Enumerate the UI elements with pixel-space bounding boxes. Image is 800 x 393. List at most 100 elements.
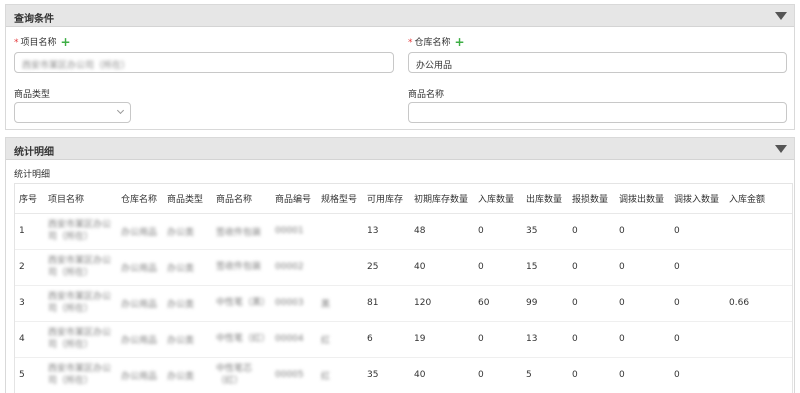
required-asterisk-icon: * bbox=[408, 38, 413, 48]
col-header[interactable]: 仓库名称 bbox=[117, 184, 163, 214]
col-header[interactable]: 入库金额 bbox=[725, 184, 792, 214]
col-header[interactable]: 商品编号 bbox=[271, 184, 317, 214]
product-type-label: 商品类型 bbox=[14, 90, 51, 100]
cell-type: 办公类 bbox=[163, 285, 212, 322]
cell-in: 0 bbox=[474, 321, 522, 358]
cell-loss: 0 bbox=[568, 285, 615, 322]
cell-project: 西安市某区办公司（所在） bbox=[44, 321, 117, 358]
cell-loss: 0 bbox=[568, 321, 615, 358]
cell-code: 00004 bbox=[271, 321, 317, 358]
cell-type: 办公类 bbox=[163, 213, 212, 250]
chevron-down-icon bbox=[116, 106, 125, 115]
detail-panel: 统计明细 统计明细 序号 项目名称 仓库名称 商品类型 商品名称 商品编号 规格… bbox=[5, 137, 795, 393]
cell-seq: 3 bbox=[15, 285, 44, 322]
collapse-triangle-icon[interactable] bbox=[775, 145, 787, 153]
cell-type: 办公类 bbox=[163, 357, 212, 393]
cell-code: 00001 bbox=[271, 213, 317, 250]
collapse-triangle-icon[interactable] bbox=[775, 12, 787, 20]
query-panel-header[interactable]: 查询条件 bbox=[6, 5, 794, 27]
col-header[interactable]: 初期库存数量 bbox=[410, 184, 474, 214]
cell-in: 60 bbox=[474, 285, 522, 322]
col-header[interactable]: 出库数量 bbox=[522, 184, 568, 214]
cell-code: 00005 bbox=[271, 357, 317, 393]
detail-panel-header[interactable]: 统计明细 bbox=[6, 138, 794, 160]
cell-seq: 4 bbox=[15, 321, 44, 358]
product-type-select[interactable] bbox=[14, 102, 131, 123]
add-warehouse-plus-icon[interactable]: + bbox=[455, 35, 465, 49]
cell-seq: 5 bbox=[15, 357, 44, 393]
cell-out: 15 bbox=[522, 249, 568, 286]
add-project-plus-icon[interactable]: + bbox=[61, 35, 71, 49]
cell-out: 99 bbox=[522, 285, 568, 322]
cell-out: 13 bbox=[522, 321, 568, 358]
cell-initial: 40 bbox=[410, 249, 474, 286]
table-row[interactable]: 5 西安市某区办公司（所在） 办公用品 办公类 中性笔芯（红） 00005 红 … bbox=[15, 357, 792, 393]
cell-transfer-out: 0 bbox=[615, 321, 670, 358]
col-header[interactable]: 报损数量 bbox=[568, 184, 615, 214]
col-header[interactable]: 项目名称 bbox=[44, 184, 117, 214]
cell-available: 6 bbox=[363, 321, 410, 358]
cell-code: 00002 bbox=[271, 249, 317, 286]
cell-transfer-in: 0 bbox=[670, 213, 725, 250]
cell-transfer-in: 0 bbox=[670, 357, 725, 393]
warehouse-name-value: 办公用品 bbox=[416, 61, 453, 71]
query-panel-title: 查询条件 bbox=[14, 14, 54, 25]
table-row[interactable]: 3 西安市某区办公司（所在） 办公用品 办公类 中性笔（黑） 00003 黑 8… bbox=[15, 285, 792, 322]
detail-table: 序号 项目名称 仓库名称 商品类型 商品名称 商品编号 规格型号 可用库存 初期… bbox=[15, 184, 792, 393]
cell-amount bbox=[725, 213, 792, 250]
cell-initial: 40 bbox=[410, 357, 474, 393]
project-name-label: * 项目名称 + bbox=[14, 35, 71, 49]
cell-available: 25 bbox=[363, 249, 410, 286]
cell-available: 13 bbox=[363, 213, 410, 250]
cell-transfer-out: 0 bbox=[615, 285, 670, 322]
cell-amount bbox=[725, 249, 792, 286]
col-header[interactable]: 可用库存 bbox=[363, 184, 410, 214]
cell-loss: 0 bbox=[568, 249, 615, 286]
cell-spec bbox=[317, 249, 363, 286]
col-header[interactable]: 规格型号 bbox=[317, 184, 363, 214]
col-header[interactable]: 序号 bbox=[15, 184, 44, 214]
detail-table-container: 序号 项目名称 仓库名称 商品类型 商品名称 商品编号 规格型号 可用库存 初期… bbox=[14, 183, 793, 393]
table-row[interactable]: 2 西安市某区办公司（所在） 办公用品 办公类 签收件包装 00002 25 4… bbox=[15, 249, 792, 286]
warehouse-name-input[interactable]: 办公用品 bbox=[408, 52, 787, 73]
project-name-value: 西安市某区办公司（所在） bbox=[22, 61, 131, 71]
detail-subtitle: 统计明细 bbox=[14, 170, 51, 180]
cell-type: 办公类 bbox=[163, 249, 212, 286]
cell-project: 西安市某区办公司（所在） bbox=[44, 285, 117, 322]
cell-initial: 120 bbox=[410, 285, 474, 322]
cell-project: 西安市某区办公司（所在） bbox=[44, 249, 117, 286]
col-header[interactable]: 调拨出数量 bbox=[615, 184, 670, 214]
cell-transfer-out: 0 bbox=[615, 357, 670, 393]
cell-transfer-out: 0 bbox=[615, 213, 670, 250]
cell-spec: 黑 bbox=[317, 285, 363, 322]
cell-in: 0 bbox=[474, 249, 522, 286]
detail-panel-title: 统计明细 bbox=[14, 147, 54, 158]
col-header[interactable]: 调拨入数量 bbox=[670, 184, 725, 214]
cell-available: 35 bbox=[363, 357, 410, 393]
required-asterisk-icon: * bbox=[14, 38, 19, 48]
col-header[interactable]: 商品名称 bbox=[212, 184, 271, 214]
cell-loss: 0 bbox=[568, 213, 615, 250]
col-header[interactable]: 入库数量 bbox=[474, 184, 522, 214]
project-name-input[interactable]: 西安市某区办公司（所在） bbox=[14, 52, 394, 73]
cell-name: 中性笔（红） bbox=[212, 321, 271, 358]
product-name-input[interactable] bbox=[408, 102, 787, 123]
table-row[interactable]: 4 西安市某区办公司（所在） 办公用品 办公类 中性笔（红） 00004 红 6… bbox=[15, 321, 792, 358]
cell-name: 签收件包装 bbox=[212, 213, 271, 250]
cell-name: 中性笔（黑） bbox=[212, 285, 271, 322]
cell-initial: 48 bbox=[410, 213, 474, 250]
cell-warehouse: 办公用品 bbox=[117, 357, 163, 393]
col-header[interactable]: 商品类型 bbox=[163, 184, 212, 214]
cell-spec bbox=[317, 213, 363, 250]
product-name-label: 商品名称 bbox=[408, 90, 445, 100]
cell-warehouse: 办公用品 bbox=[117, 213, 163, 250]
cell-out: 5 bbox=[522, 357, 568, 393]
cell-warehouse: 办公用品 bbox=[117, 249, 163, 286]
table-row[interactable]: 1 西安市某区办公司（所在） 办公用品 办公类 签收件包装 00001 13 4… bbox=[15, 213, 792, 250]
cell-amount bbox=[725, 357, 792, 393]
cell-out: 35 bbox=[522, 213, 568, 250]
cell-project: 西安市某区办公司（所在） bbox=[44, 213, 117, 250]
cell-amount bbox=[725, 321, 792, 358]
cell-seq: 2 bbox=[15, 249, 44, 286]
cell-initial: 19 bbox=[410, 321, 474, 358]
